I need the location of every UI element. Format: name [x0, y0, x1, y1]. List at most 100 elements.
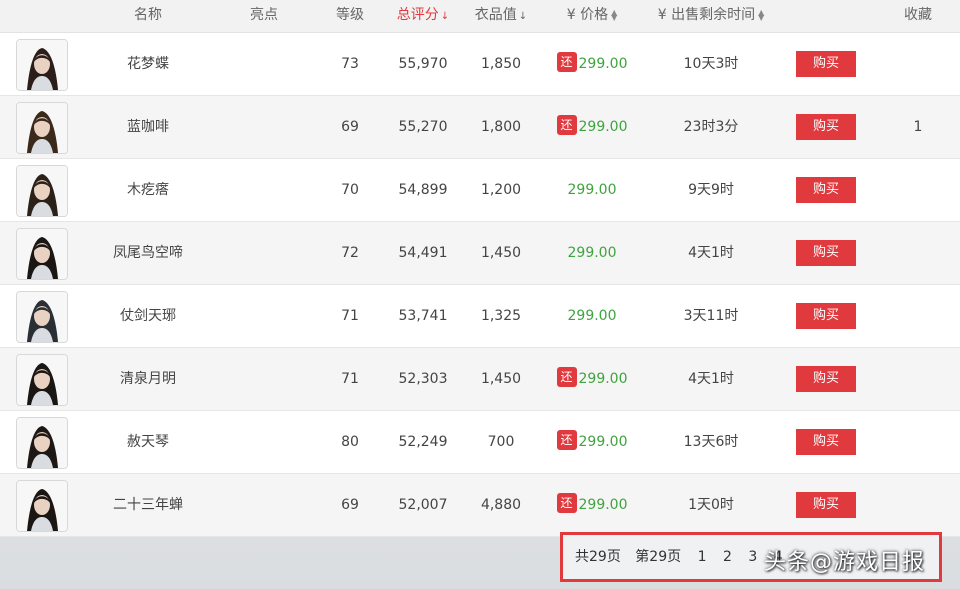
- header-clothing-sort[interactable]: 衣品值 ↓: [468, 0, 534, 32]
- buy-button[interactable]: 购买: [796, 303, 856, 329]
- page-link-2[interactable]: 2: [723, 535, 732, 579]
- buy-button[interactable]: 购买: [796, 429, 856, 455]
- cell-favorite-count: [894, 159, 942, 221]
- cell-name[interactable]: 清泉月明: [100, 348, 196, 410]
- cell-price: 还 299.00: [546, 348, 638, 410]
- table-row: 赦天琴 80 52,249 700 还 299.00 13天6时 购买: [0, 411, 960, 474]
- cell-score: 55,270: [398, 119, 448, 135]
- header-highlight: 亮点: [250, 7, 278, 23]
- cell-level: 80: [341, 434, 359, 450]
- character-avatar[interactable]: [16, 354, 68, 406]
- cell-favorite-count: [894, 285, 942, 347]
- cell-name[interactable]: 木疙瘩: [100, 159, 196, 221]
- rebate-badge: 还: [556, 115, 577, 135]
- rebate-badge: 还: [556, 430, 577, 450]
- cell-name[interactable]: 仗剑天琊: [100, 285, 196, 347]
- cell-score: 54,491: [398, 245, 448, 261]
- buy-button[interactable]: 购买: [796, 366, 856, 392]
- header-level[interactable]: 等级: [322, 0, 378, 32]
- listing-table-body: 花梦蝶 73 55,970 1,850 还 299.00 10天3时 购买 蓝咖啡…: [0, 33, 960, 537]
- buy-button[interactable]: 购买: [796, 240, 856, 266]
- sort-updown-icon: ▲ ▼: [758, 8, 765, 22]
- character-avatar[interactable]: [16, 417, 68, 469]
- cell-score: 55,970: [398, 56, 448, 72]
- cell-price: 299.00: [546, 285, 638, 347]
- cell-clothing: 1,450: [480, 245, 522, 261]
- cell-level: 71: [341, 308, 359, 324]
- cell-name[interactable]: 蓝咖啡: [100, 96, 196, 158]
- price-value: 299.00: [567, 182, 617, 198]
- cell-price: 299.00: [546, 222, 638, 284]
- cell-price: 还 299.00: [546, 33, 638, 95]
- character-avatar[interactable]: [16, 102, 68, 154]
- watermark: 头条@游戏日报: [764, 550, 926, 575]
- cell-time-left: 9天9时: [688, 182, 734, 198]
- table-row: 蓝咖啡 69 55,270 1,800 还 299.00 23时3分 购买 1: [0, 96, 960, 159]
- cell-level: 69: [341, 497, 359, 513]
- cell-price: 还 299.00: [546, 96, 638, 158]
- cell-score: 53,741: [398, 308, 448, 324]
- cell-name[interactable]: 二十三年蝉: [100, 474, 196, 536]
- cell-level: 70: [341, 182, 359, 198]
- cell-name[interactable]: 赦天琴: [100, 411, 196, 473]
- buy-button[interactable]: 购买: [796, 177, 856, 203]
- cell-level: 71: [341, 371, 359, 387]
- price-value: 299.00: [578, 56, 628, 72]
- table-header: 名称 亮点 等级 总评分 ↓ 衣品值 ↓ ¥ 价格 ▲ ▼ ¥ 出售剩余时间 ▲ ▼ 收藏: [0, 0, 960, 33]
- sort-down-icon: ↓: [518, 11, 528, 22]
- price-value: 299.00: [567, 245, 617, 261]
- cell-score: 52,303: [398, 371, 448, 387]
- header-price-sort[interactable]: ¥ 价格 ▲ ▼: [552, 0, 632, 32]
- table-row: 二十三年蝉 69 52,007 4,880 还 299.00 1天0时 购买: [0, 474, 960, 537]
- cell-time-left: 4天1时: [688, 371, 734, 387]
- header-score-label: 总评分: [396, 7, 439, 23]
- cell-clothing: 1,850: [480, 56, 522, 72]
- rebate-badge: 还: [556, 367, 577, 387]
- price-value: 299.00: [578, 371, 628, 387]
- header-clothing-label: 衣品值: [474, 7, 517, 23]
- price-value: 299.00: [567, 308, 617, 324]
- cell-name[interactable]: 花梦蝶: [100, 33, 196, 95]
- table-row: 凤尾鸟空啼 72 54,491 1,450 299.00 4天1时 购买: [0, 222, 960, 285]
- cell-level: 73: [341, 56, 359, 72]
- rebate-badge: 还: [556, 52, 577, 72]
- character-avatar[interactable]: [16, 165, 68, 217]
- cell-price: 299.00: [546, 159, 638, 221]
- listing-page: 名称 亮点 等级 总评分 ↓ 衣品值 ↓ ¥ 价格 ▲ ▼ ¥ 出售剩余时间 ▲ ▼ 收藏 …: [0, 0, 960, 589]
- cell-name[interactable]: 凤尾鸟空啼: [100, 222, 196, 284]
- cell-clothing: 1,325: [480, 308, 522, 324]
- cell-time-left: 1天0时: [688, 497, 734, 513]
- page-link-3[interactable]: 3: [748, 535, 757, 579]
- cell-level: 69: [341, 119, 359, 135]
- cell-time-left: 10天3时: [683, 56, 739, 72]
- cell-favorite-count: [894, 33, 942, 95]
- character-avatar[interactable]: [16, 228, 68, 280]
- cell-clothing: 700: [487, 434, 515, 450]
- character-avatar[interactable]: [16, 39, 68, 91]
- header-time-sort[interactable]: ¥ 出售剩余时间 ▲ ▼: [648, 0, 774, 32]
- character-avatar[interactable]: [16, 291, 68, 343]
- page-link-1[interactable]: 1: [698, 535, 707, 579]
- cell-level: 72: [341, 245, 359, 261]
- header-score-sort[interactable]: 总评分 ↓: [388, 0, 458, 32]
- cell-price: 还 299.00: [546, 474, 638, 536]
- rebate-badge: 还: [556, 493, 577, 513]
- character-avatar[interactable]: [16, 480, 68, 532]
- sort-down-icon: ↓: [440, 11, 450, 22]
- cell-favorite-count: [894, 348, 942, 410]
- buy-button[interactable]: 购买: [796, 114, 856, 140]
- cell-favorite-count: [894, 474, 942, 536]
- sort-updown-icon: ▲ ▼: [611, 8, 618, 22]
- buy-button[interactable]: 购买: [796, 492, 856, 518]
- cell-time-left: 13天6时: [683, 434, 739, 450]
- header-price-label: ¥ 价格: [566, 7, 609, 23]
- table-row: 花梦蝶 73 55,970 1,850 还 299.00 10天3时 购买: [0, 33, 960, 96]
- cell-favorite-count: [894, 411, 942, 473]
- cell-clothing: 4,880: [480, 497, 522, 513]
- buy-button[interactable]: 购买: [796, 51, 856, 77]
- price-value: 299.00: [578, 119, 628, 135]
- page-total: 共29页: [575, 549, 621, 565]
- cell-clothing: 1,800: [480, 119, 522, 135]
- cell-score: 52,249: [398, 434, 448, 450]
- cell-price: 还 299.00: [546, 411, 638, 473]
